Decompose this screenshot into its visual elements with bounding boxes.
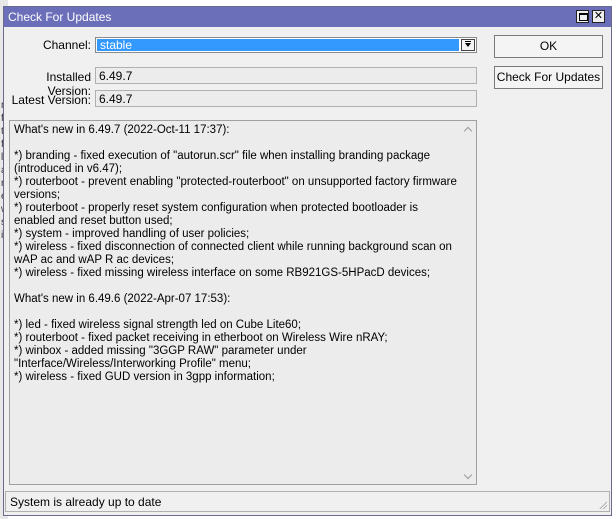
window-title: Check For Updates [8,10,112,24]
check-for-updates-dialog: Check For Updates ✕ Channel: stable Inst… [3,6,612,516]
dropdown-arrow-icon[interactable] [461,39,475,51]
release-notes-textarea[interactable]: What's new in 6.49.7 (2022-Oct-11 17:37)… [9,120,477,485]
ok-button[interactable]: OK [494,35,603,58]
installed-version-field: 6.49.7 [95,67,477,84]
channel-label: Channel: [42,38,91,52]
release-notes-text: What's new in 6.49.7 (2022-Oct-11 17:37)… [14,124,457,383]
vertical-scrollbar[interactable] [460,121,476,484]
status-bar: System is already up to date [5,491,610,512]
scroll-up-icon[interactable] [464,125,472,133]
resize-grip-icon[interactable] [597,499,607,509]
maximize-icon[interactable] [576,10,589,23]
latest-version-field: 6.49.7 [95,90,477,107]
check-for-updates-button[interactable]: Check For Updates [494,66,603,89]
scroll-down-icon[interactable] [464,472,472,480]
channel-selected-value: stable [97,39,459,51]
latest-version-label: Latest Version: [11,93,91,107]
close-icon[interactable]: ✕ [592,10,605,23]
channel-select[interactable]: stable [95,37,477,53]
status-text: System is already up to date [10,495,162,509]
title-bar[interactable]: Check For Updates ✕ [4,7,611,27]
